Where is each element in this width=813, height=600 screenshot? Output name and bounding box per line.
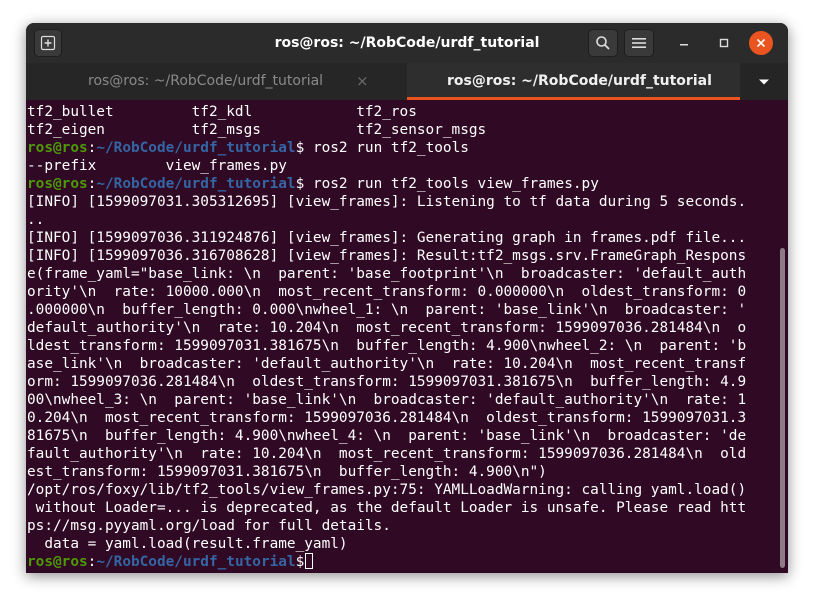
output-line: ority'\n rate: 10000.000\n most_recent_t… <box>27 284 747 300</box>
close-button[interactable] <box>749 31 773 55</box>
tab-inactive[interactable]: ros@ros: ~/RobCode/urdf_tutorial × <box>26 63 407 100</box>
tab-close-button[interactable]: × <box>356 63 369 100</box>
prompt-line: ros@ros:~/RobCode/urdf_tutorial$ <box>27 553 314 571</box>
prompt-user: ros@ros <box>27 140 88 156</box>
maximize-button[interactable] <box>710 29 738 57</box>
prompt-path: ~/RobCode/urdf_tutorial <box>96 554 296 570</box>
prompt-user: ros@ros <box>27 176 88 192</box>
output-line: [INFO] [1599097036.311924876] [view_fram… <box>27 230 747 246</box>
output-line: /opt/ros/foxy/lib/tf2_tools/view_frames.… <box>27 482 747 498</box>
output-line: [INFO] [1599097036.316708628] [view_fram… <box>27 248 747 264</box>
output-line: est_transform: 1599097031.381675\n buffe… <box>27 464 547 480</box>
output-line: [INFO] [1599097031.305312695] [view_fram… <box>27 194 747 210</box>
new-tab-button[interactable] <box>34 29 62 57</box>
prompt-line: ros@ros:~/RobCode/urdf_tutorial$ ros2 ru… <box>27 139 469 157</box>
command-text: ros2 run tf2_tools <box>304 140 469 156</box>
output-line: 81675\n buffer_length: 4.900\nwheel_4: \… <box>27 428 747 444</box>
chevron-down-icon <box>759 79 769 84</box>
output-line: ps://msg.pyyaml.org/load for full detail… <box>27 518 391 534</box>
title-bar: ros@ros: ~/RobCode/urdf_tutorial <box>26 23 788 63</box>
output-line: tf2_bullet tf2_kdl tf2_ros <box>27 104 417 120</box>
prompt-user: ros@ros <box>27 554 88 570</box>
output-line: default_authority'\n rate: 10.204\n most… <box>27 320 747 336</box>
prompt-symbol: $ <box>295 176 305 192</box>
prompt-line: ros@ros:~/RobCode/urdf_tutorial$ ros2 ru… <box>27 175 599 193</box>
terminal-output[interactable]: tf2_bullet tf2_kdl tf2_ros tf2_eigen tf2_… <box>26 100 788 573</box>
output-line: 00\nwheel_3: \n parent: 'base_link'\n br… <box>27 392 747 408</box>
output-line: 0.204\n most_recent_transform: 159909703… <box>27 410 747 426</box>
prompt-path: ~/RobCode/urdf_tutorial <box>96 176 296 192</box>
output-line: ase_link'\n broadcaster: 'default_author… <box>27 356 747 372</box>
search-icon <box>596 36 610 50</box>
output-line: --prefix view_frames.py <box>27 158 287 174</box>
tab-label: ros@ros: ~/RobCode/urdf_tutorial <box>88 73 324 89</box>
tab-bar: ros@ros: ~/RobCode/urdf_tutorial × ros@r… <box>26 63 788 100</box>
output-line: .. <box>27 212 45 228</box>
output-line: fault_authority'\n rate: 10.204\n most_r… <box>27 446 747 462</box>
close-icon <box>756 38 766 48</box>
output-line: ldest_transform: 1599097031.381675\n buf… <box>27 338 747 354</box>
output-line: without Loader=... is deprecated, as the… <box>27 500 747 516</box>
menu-button[interactable] <box>624 29 654 57</box>
output-line: data = yaml.load(result.frame_yaml) <box>27 536 348 552</box>
maximize-icon <box>719 38 729 48</box>
prompt-symbol: $ <box>295 140 305 156</box>
tab-active[interactable]: ros@ros: ~/RobCode/urdf_tutorial <box>407 63 740 100</box>
tabs-menu-button[interactable] <box>740 63 788 100</box>
output-line: .000000\n buffer_length: 0.000\nwheel_1:… <box>27 302 747 318</box>
output-line: e(frame_yaml="base_link: \n parent: 'bas… <box>27 266 747 282</box>
prompt-symbol: $ <box>295 554 305 570</box>
command-text: ros2 run tf2_tools view_frames.py <box>304 176 599 192</box>
new-tab-icon <box>40 35 56 51</box>
cursor <box>305 553 314 569</box>
hamburger-menu-icon <box>632 38 646 48</box>
minimize-button[interactable] <box>670 29 698 57</box>
output-line: orm: 1599097036.281484\n oldest_transfor… <box>27 374 747 390</box>
minimize-icon <box>680 44 688 46</box>
scrollbar[interactable] <box>780 248 785 568</box>
output-line: tf2_eigen tf2_msgs tf2_sensor_msgs <box>27 122 487 138</box>
terminal-window: ros@ros: ~/RobCode/urdf_tutorial ros@ros… <box>26 23 788 573</box>
search-button[interactable] <box>588 29 618 57</box>
prompt-path: ~/RobCode/urdf_tutorial <box>96 140 296 156</box>
tab-label: ros@ros: ~/RobCode/urdf_tutorial <box>447 73 712 89</box>
